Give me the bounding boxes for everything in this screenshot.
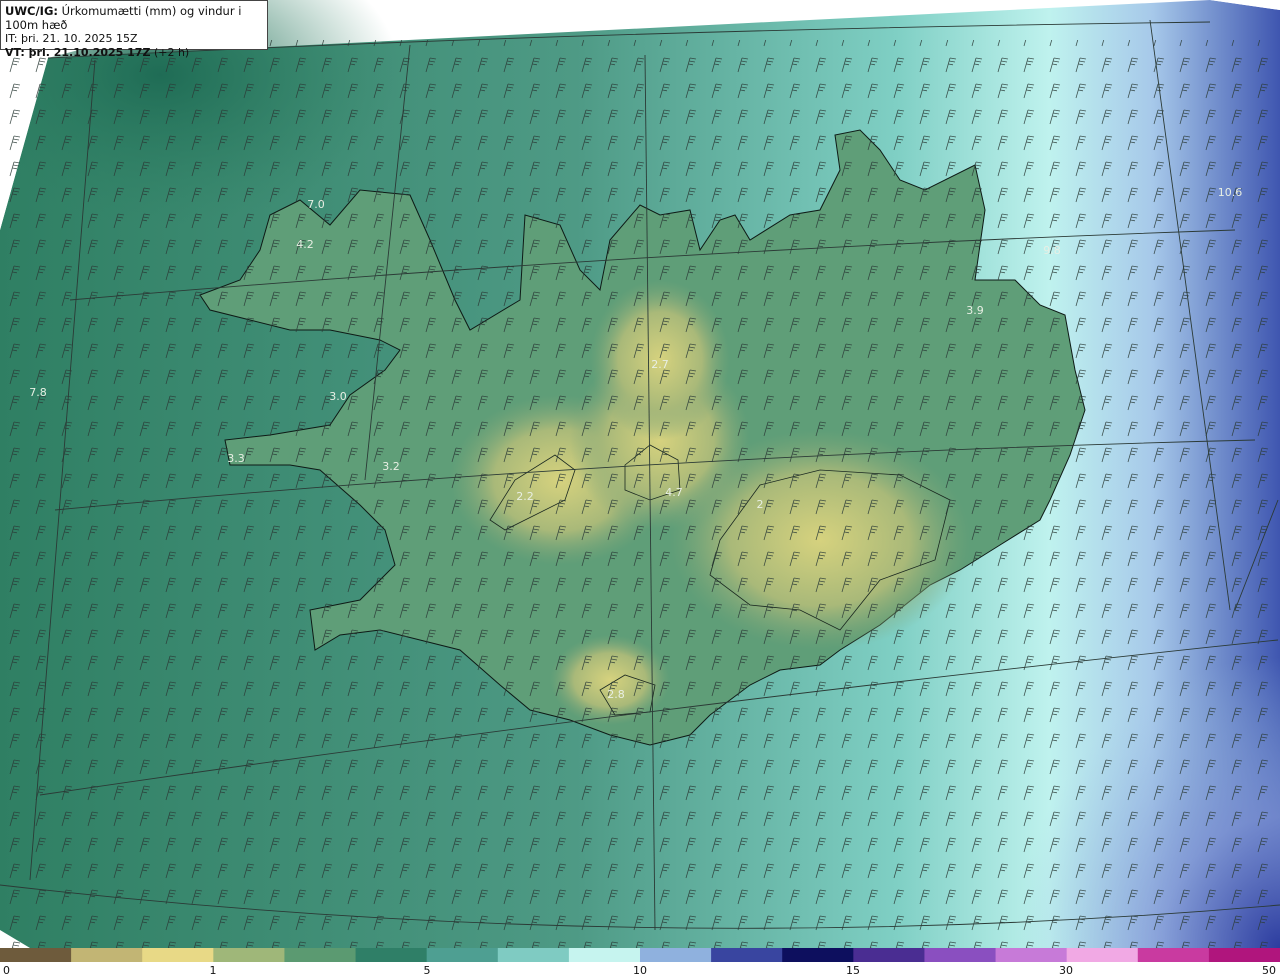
colorbar bbox=[0, 948, 1280, 962]
colorbar-segment bbox=[640, 948, 712, 962]
colorbar-tick-label: 30 bbox=[1059, 964, 1073, 977]
label-snaefellsnes-bay: 3.0 bbox=[329, 390, 347, 403]
colorbar-tick-label: 0 bbox=[3, 964, 10, 977]
info-box: UWC/IG: Úrkomumætti (mm) og vindur i 100… bbox=[0, 0, 268, 59]
colorbar-segment bbox=[1137, 948, 1210, 962]
init-time-prefix: IT: bbox=[5, 32, 18, 45]
label-snaefellsnes: 3.3 bbox=[227, 452, 245, 465]
init-time: þri. 21. 10. 2025 15Z bbox=[20, 32, 138, 45]
colorbar-segment bbox=[284, 948, 357, 962]
colorbar-segment bbox=[711, 948, 783, 962]
colorbar-segment bbox=[1066, 948, 1139, 962]
valid-time-offset: (+2 h) bbox=[153, 46, 190, 59]
label-east: 3.9 bbox=[966, 304, 984, 317]
label-westfjords-south: 4.2 bbox=[296, 238, 314, 251]
colorbar-tick-label: 15 bbox=[846, 964, 860, 977]
colorbar-segment bbox=[355, 948, 428, 962]
title-row: UWC/IG: Úrkomumætti (mm) og vindur i 100… bbox=[5, 4, 263, 32]
label-west-offshore: 7.8 bbox=[29, 386, 47, 399]
label-westfjords-north: 7.0 bbox=[307, 198, 325, 211]
label-far-northeast: 10.6 bbox=[1218, 186, 1243, 199]
valid-time: VT: þri. 21.10.2025 17Z bbox=[5, 46, 151, 59]
colorbar-segment bbox=[924, 948, 997, 962]
colorbar-segment bbox=[1208, 948, 1280, 962]
label-north-central: 2.7 bbox=[651, 358, 669, 371]
label-myrdalsjokull: 2.8 bbox=[607, 688, 625, 701]
colorbar-tick-label: 1 bbox=[209, 964, 217, 977]
colorbar-tick-label: 5 bbox=[423, 964, 431, 977]
init-time-row: IT: þri. 21. 10. 2025 15Z bbox=[5, 32, 263, 46]
colorbar-segment bbox=[995, 948, 1068, 962]
colorbar-segment bbox=[0, 948, 72, 962]
colorbar-tick-label: 50 bbox=[1262, 964, 1276, 977]
wind-barbs bbox=[0, 40, 1280, 948]
colorbar-segment bbox=[426, 948, 499, 962]
colorbar-segment bbox=[71, 948, 143, 962]
colorbar-segment bbox=[497, 948, 570, 962]
colorbar-segment bbox=[213, 948, 285, 962]
label-borgarfjordur: 3.2 bbox=[382, 460, 400, 473]
precipitation-wind-map: 7.0 4.2 7.8 3.0 3.3 3.2 2.2 2.7 4.7 3.9 9.8 10.6 2 2.… bbox=[0, 0, 1280, 948]
colorbar-segment bbox=[568, 948, 641, 962]
model-label: UWC/IG: bbox=[5, 4, 58, 18]
colorbar-segment bbox=[782, 948, 854, 962]
label-langjokull: 2.2 bbox=[516, 490, 534, 503]
colorbar-segment bbox=[142, 948, 214, 962]
colorbar-labels: 0 1 5 10 15 30 50 bbox=[0, 962, 1280, 978]
colorbar-tick-label: 10 bbox=[633, 964, 647, 977]
label-vatnajokull: 2 bbox=[757, 498, 764, 511]
colorbar-segment bbox=[853, 948, 925, 962]
label-hofsjokull: 4.7 bbox=[665, 486, 683, 499]
label-northeast-offshore: 9.8 bbox=[1043, 244, 1061, 257]
valid-time-row: VT: þri. 21.10.2025 17Z (+2 h) bbox=[5, 46, 263, 60]
